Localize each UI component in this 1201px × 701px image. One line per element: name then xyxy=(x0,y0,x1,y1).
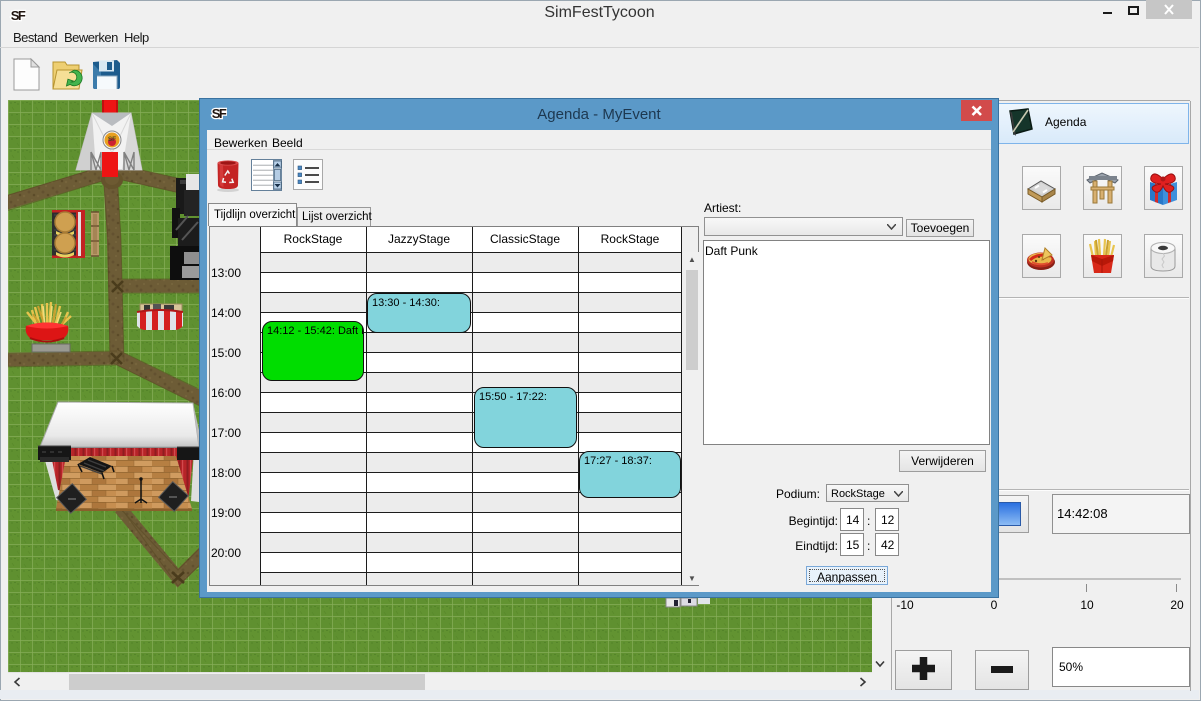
svg-text:SF: SF xyxy=(108,136,116,143)
svg-text:SF: SF xyxy=(212,106,227,121)
svg-text:SF: SF xyxy=(11,8,26,23)
